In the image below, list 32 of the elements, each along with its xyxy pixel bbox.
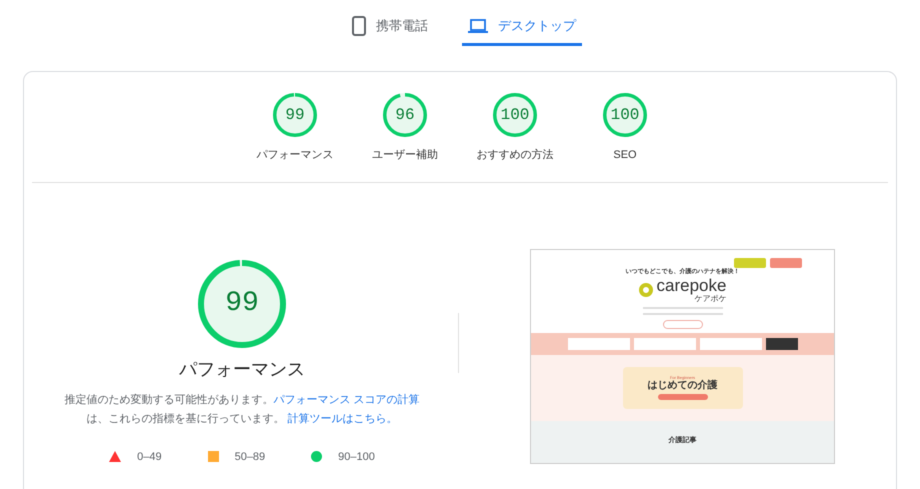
search-field-drawing: [568, 338, 630, 350]
details-button-drawing: [658, 394, 708, 400]
site-logo: carepoke: [656, 278, 726, 294]
device-tab[interactable]: デスクトップ: [462, 8, 582, 46]
performance-title: パフォーマンス: [179, 358, 305, 380]
device-tab[interactable]: 携帯電話: [346, 8, 434, 46]
keyword-field-drawing: [700, 338, 762, 350]
logo-subtitle: ケアポケ: [694, 294, 726, 302]
category-label[interactable]: ユーザー補助: [372, 147, 438, 164]
legend-label: 0–49: [137, 450, 162, 464]
score-description: 推定値のため変動する可能性があります。パフォーマンス スコアの計算 は、これらの指標を基に行っています。 計算ツールはこちら。: [63, 392, 421, 426]
login-button-drawing: [770, 258, 802, 268]
banner-title: はじめての介護: [648, 380, 718, 392]
laptop-icon: [468, 18, 488, 34]
category-label[interactable]: パフォーマンス: [256, 147, 334, 164]
search-button-drawing: [766, 338, 798, 350]
calculator-link[interactable]: 計算ツールはこちら。: [288, 412, 398, 424]
legend-label: 90–100: [338, 450, 375, 464]
about-button-drawing: [662, 320, 702, 328]
register-button-drawing: [734, 258, 766, 268]
score-calculation-link[interactable]: パフォーマンス スコアの計算: [273, 394, 420, 406]
score-value: 99: [225, 286, 259, 320]
logo-icon: [638, 283, 653, 297]
score-value: 100: [610, 105, 640, 126]
score-value: 100: [500, 105, 530, 126]
score-value: 96: [395, 105, 415, 126]
category-label[interactable]: SEO: [613, 147, 637, 164]
score-value: 99: [285, 105, 305, 126]
category-label[interactable]: おすすめの方法: [476, 147, 554, 164]
legend-label: 50–89: [234, 450, 266, 464]
phone-icon: [352, 16, 366, 36]
category-select-drawing: [634, 338, 696, 350]
